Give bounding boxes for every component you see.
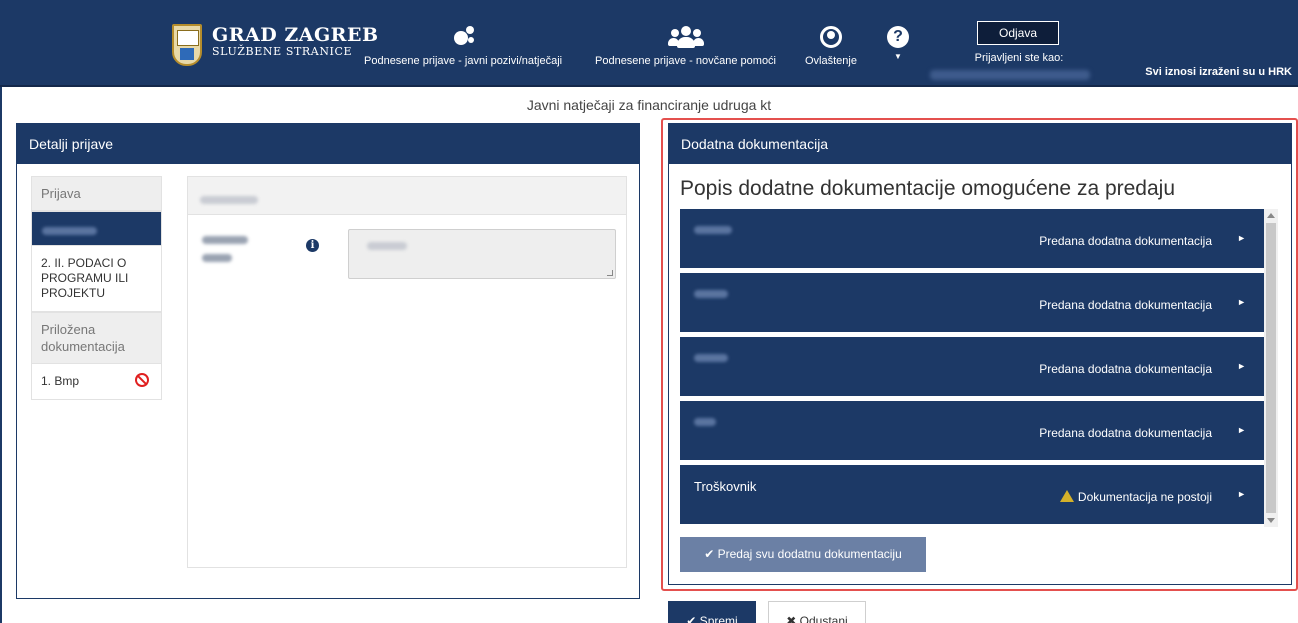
document-row[interactable]: Predana dodatna dokumentacija ► xyxy=(680,273,1264,332)
document-row[interactable]: Predana dodatna dokumentacija ► xyxy=(680,401,1264,460)
sidenav-item-bmp-label: 1. Bmp xyxy=(41,374,80,388)
application-details-panel: Detalji prijave Prijava 2. II. PODACI O … xyxy=(16,123,640,599)
info-icon[interactable]: i xyxy=(306,239,319,252)
city-logo-link[interactable]: GRAD ZAGREB SLUŽBENE STRANICE xyxy=(172,24,379,66)
document-status: Predana dodatna dokumentacija xyxy=(1039,362,1212,376)
logged-in-label: Prijavljeni ste kao: xyxy=(974,52,1064,64)
section-form-header xyxy=(188,177,626,215)
section-form: i xyxy=(187,176,627,568)
submit-all-docs-button[interactable]: ✔ Predaj svu dodatnu dokumentaciju xyxy=(680,537,926,572)
resize-handle-icon[interactable] xyxy=(607,270,613,276)
chevron-down-icon: ▼ xyxy=(894,52,902,61)
top-navigation-bar: GRAD ZAGREB SLUŽBENE STRANICE Podnesene … xyxy=(0,0,1298,87)
logged-in-user-name xyxy=(930,70,1090,80)
sidenav-section-application: Prijava xyxy=(31,176,162,211)
field-textarea[interactable] xyxy=(348,229,616,279)
save-button[interactable]: ✔ Spremi xyxy=(668,601,756,623)
chevron-right-icon: ► xyxy=(1237,425,1246,435)
nav-help-dropdown[interactable]: ? ▼ xyxy=(887,26,909,61)
sidenav-section-attached-docs: Priložena dokumentacija xyxy=(31,312,162,364)
document-status: Predana dodatna dokumentacija xyxy=(1039,426,1212,440)
document-list-scrollbar[interactable] xyxy=(1264,209,1278,527)
redacted-text xyxy=(42,227,97,235)
logo-title: GRAD ZAGREB xyxy=(212,24,379,46)
scroll-up-icon[interactable] xyxy=(1267,213,1275,218)
document-status: Predana dodatna dokumentacija xyxy=(1039,234,1212,248)
additional-docs-title: Popis dodatne dokumentacije omogućene za… xyxy=(680,177,1176,200)
nav-public-calls-label: Podnesene prijave - javni pozivi/natječa… xyxy=(364,55,563,67)
nav-financial-aid[interactable]: Podnesene prijave - novčane pomoći xyxy=(595,26,776,67)
gears-icon xyxy=(448,26,478,48)
nav-public-calls[interactable]: Podnesene prijave - javni pozivi/natječa… xyxy=(364,26,562,67)
nav-financial-aid-label: Podnesene prijave - novčane pomoći xyxy=(595,55,777,67)
document-row-troskovnik[interactable]: Troškovnik Dokumentacija ne postoji ► xyxy=(680,465,1264,524)
document-status: Predana dodatna dokumentacija xyxy=(1039,298,1212,312)
sidenav-item-program-data[interactable]: 2. II. PODACI O PROGRAMU ILI PROJEKTU xyxy=(31,246,162,312)
document-row[interactable]: Predana dodatna dokumentacija ► xyxy=(680,337,1264,396)
chevron-right-icon: ► xyxy=(1237,297,1246,307)
document-status: Dokumentacija ne postoji xyxy=(1077,490,1212,504)
redacted-text xyxy=(694,226,732,234)
user-circle-icon xyxy=(819,26,842,48)
document-list: Predana dodatna dokumentacija ► Predana … xyxy=(680,209,1264,527)
cancel-button[interactable]: ✖ Odustani xyxy=(768,601,866,623)
sidenav-item-bmp[interactable]: 1. Bmp xyxy=(31,364,162,400)
logout-button[interactable]: Odjava xyxy=(977,21,1059,45)
users-icon xyxy=(667,26,704,48)
page-left-border xyxy=(0,87,2,623)
scrollbar-thumb[interactable] xyxy=(1266,223,1276,513)
nav-authorization-label: Ovlaštenje xyxy=(805,55,857,67)
redacted-text xyxy=(200,196,258,204)
chevron-right-icon: ► xyxy=(1237,233,1246,243)
logo-subtitle: SLUŽBENE STRANICE xyxy=(212,45,353,58)
zagreb-crest-icon xyxy=(172,24,202,66)
application-details-header: Detalji prijave xyxy=(17,124,639,164)
sidenav-item-1-active[interactable] xyxy=(31,211,162,246)
currency-note: Svi iznosi izraženi su u HRK xyxy=(1145,66,1292,78)
chevron-right-icon: ► xyxy=(1237,489,1246,499)
redacted-text xyxy=(694,418,716,426)
chevron-right-icon: ► xyxy=(1237,361,1246,371)
application-sidenav: Prijava 2. II. PODACI O PROGRAMU ILI PRO… xyxy=(31,176,162,400)
warning-icon xyxy=(1059,490,1074,502)
nav-authorization[interactable]: Ovlaštenje xyxy=(805,26,857,67)
additional-docs-header: Dodatna dokumentacija xyxy=(669,124,1291,164)
help-icon: ? xyxy=(887,26,909,48)
scroll-down-icon[interactable] xyxy=(1267,518,1275,523)
redacted-text xyxy=(694,290,728,298)
prohibited-icon xyxy=(135,373,149,387)
redacted-text xyxy=(694,354,728,362)
field-label xyxy=(202,231,272,267)
document-name: Troškovnik xyxy=(694,479,757,494)
page-title: Javni natječaji za financiranje udruga k… xyxy=(526,97,772,113)
document-row[interactable]: Predana dodatna dokumentacija ► xyxy=(680,209,1264,268)
